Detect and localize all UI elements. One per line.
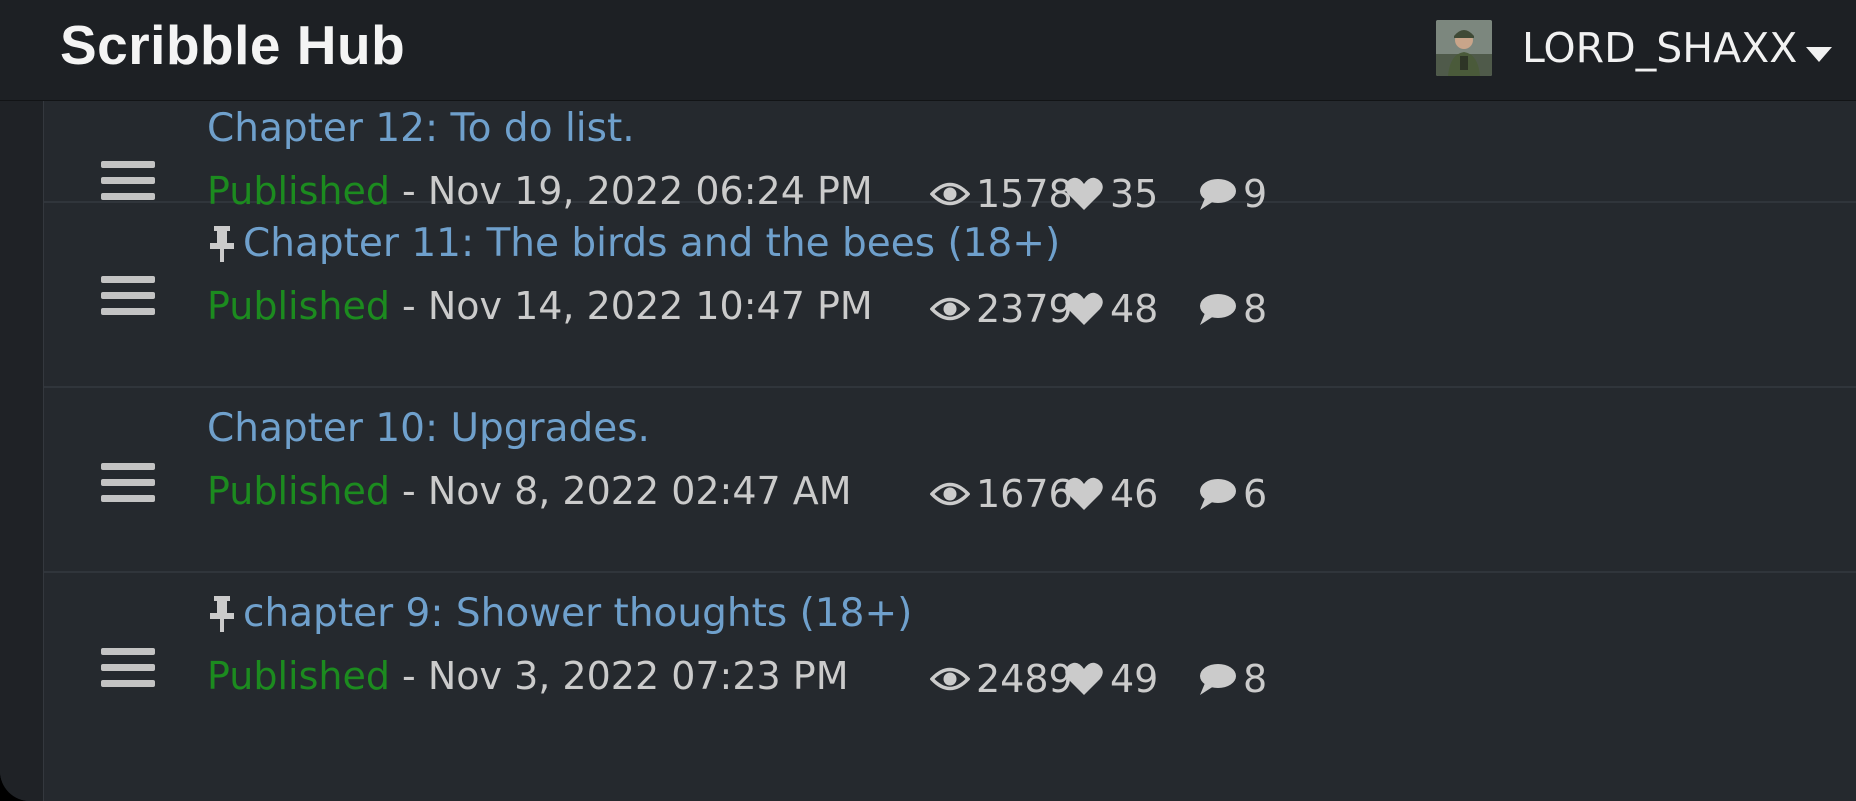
chapter-title-link[interactable]: Chapter 11: The birds and the bees (18+) <box>243 220 1060 268</box>
eye-icon <box>930 297 970 320</box>
chapter-title-line: Chapter 10: Upgrades. <box>207 405 650 453</box>
drag-handle-icon[interactable] <box>101 463 155 511</box>
publish-date: - Nov 3, 2022 07:23 PM <box>402 654 849 698</box>
views-count: 1676 <box>976 471 1073 516</box>
drag-handle-icon[interactable] <box>101 648 155 696</box>
drag-handle-icon[interactable] <box>101 161 155 209</box>
chapter-title-line: Chapter 11: The birds and the bees (18+) <box>207 220 1060 268</box>
chapter-meta: Published - Nov 3, 2022 07:23 PM 2489 49 <box>207 651 1267 701</box>
chapter-meta: Published - Nov 8, 2022 02:47 AM 1676 46 <box>207 466 1267 516</box>
eye-icon <box>930 667 970 690</box>
comments-stat: 8 <box>1197 281 1267 331</box>
likes-stat: 49 <box>1064 651 1158 701</box>
drag-handle-icon[interactable] <box>101 276 155 324</box>
publish-date: - Nov 14, 2022 10:47 PM <box>402 284 873 328</box>
views-count: 2489 <box>976 656 1073 701</box>
chapter-row: chapter 9: Shower thoughts (18+) Publish… <box>44 573 1856 758</box>
comments-stat: 8 <box>1197 651 1267 701</box>
likes-count: 46 <box>1110 471 1159 516</box>
app-frame: Scribble Hub LORD_SHAXX Chapter 12: To d… <box>0 0 1856 801</box>
comments-count: 6 <box>1243 471 1268 516</box>
comment-icon <box>1200 478 1236 510</box>
chapter-title-link[interactable]: Chapter 10: Upgrades. <box>207 405 650 453</box>
status-badge: Published <box>207 469 390 513</box>
views-count: 2379 <box>976 286 1073 331</box>
views-stat: 1676 <box>930 466 1073 516</box>
chapter-title-link[interactable]: Chapter 12: To do list. <box>207 105 635 153</box>
eye-icon <box>930 482 970 505</box>
comment-icon <box>1200 293 1236 325</box>
heart-icon <box>1065 292 1103 325</box>
chapter-meta: Published - Nov 14, 2022 10:47 PM 2379 4… <box>207 281 1267 331</box>
status-badge: Published <box>207 284 390 328</box>
chapter-title-link[interactable]: chapter 9: Shower thoughts (18+) <box>243 590 912 638</box>
left-rail <box>0 101 44 801</box>
likes-count: 49 <box>1110 656 1159 701</box>
pin-icon <box>210 596 234 632</box>
chapter-title-line: Chapter 12: To do list. <box>207 105 635 153</box>
likes-stat: 46 <box>1064 466 1158 516</box>
comments-count: 8 <box>1243 286 1268 331</box>
pin-icon <box>210 226 234 262</box>
views-stat: 2379 <box>930 281 1073 331</box>
chapter-row: Chapter 11: The birds and the bees (18+)… <box>44 203 1856 388</box>
likes-stat: 48 <box>1064 281 1158 331</box>
status-badge: Published <box>207 654 390 698</box>
heart-icon <box>1065 662 1103 695</box>
likes-count: 48 <box>1110 286 1159 331</box>
comments-stat: 6 <box>1197 466 1267 516</box>
comments-count: 8 <box>1243 656 1268 701</box>
chapter-title-line: chapter 9: Shower thoughts (18+) <box>207 590 912 638</box>
heart-icon <box>1065 477 1103 510</box>
chapter-row: Chapter 12: To do list. Published - Nov … <box>44 18 1856 216</box>
views-stat: 2489 <box>930 651 1073 701</box>
publish-date: - Nov 8, 2022 02:47 AM <box>402 469 852 513</box>
comment-icon <box>1200 663 1236 695</box>
chapter-list: Chapter 12: To do list. Published - Nov … <box>44 101 1856 801</box>
chapter-row: Chapter 10: Upgrades. Published - Nov 8,… <box>44 388 1856 573</box>
